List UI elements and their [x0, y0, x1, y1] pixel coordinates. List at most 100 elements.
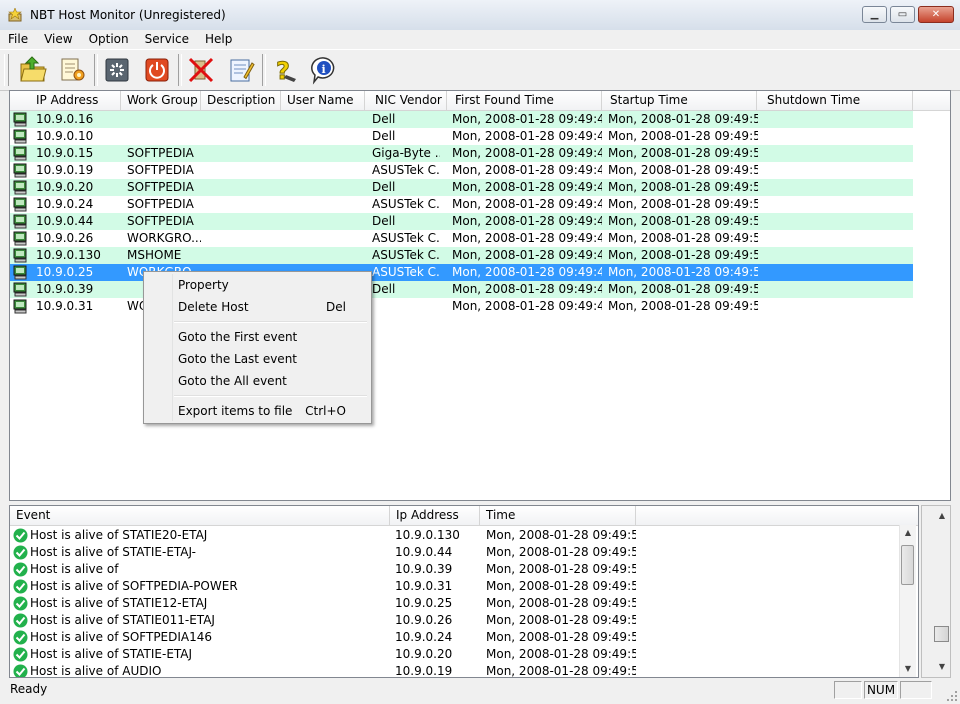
list-item[interactable]: Host is alive of SOFTPEDIA146 10.9.0.24 Mo… — [10, 629, 900, 646]
column-user-name[interactable]: User Name — [281, 91, 365, 110]
edit-properties-button[interactable] — [55, 53, 89, 87]
toolbar: ? i — [0, 49, 960, 91]
column-startup-time[interactable]: Startup Time — [602, 91, 757, 110]
computer-icon — [13, 214, 27, 229]
column-shutdown-time[interactable]: Shutdown Time — [757, 91, 913, 110]
stop-service-button[interactable] — [140, 53, 174, 87]
table-row[interactable]: 10.9.0.44 SOFTPEDIA Dell Mon, 2008-01-28 09… — [10, 213, 913, 230]
menu-option[interactable]: Option — [81, 30, 137, 49]
table-row[interactable]: 10.9.0.19 SOFTPEDIA ASUSTek C... Mon, 2008-… — [10, 162, 913, 179]
cell-ip-address: 10.9.0.25 — [36, 265, 94, 279]
table-row[interactable]: 10.9.0.16 Dell Mon, 2008-01-28 09:49:44 Mon… — [10, 111, 913, 128]
list-item[interactable]: Host is alive of SOFTPEDIA-POWER 10.9.0.3… — [10, 578, 900, 595]
open-folder-button[interactable] — [16, 53, 50, 87]
cell-ip-address: 10.9.0.19 — [395, 664, 453, 678]
list-item[interactable]: Host is alive of STATIE-ETAJ 10.9.0.20 Mon… — [10, 646, 900, 663]
menu-item-goto-all-event[interactable]: Goto the All event — [178, 371, 358, 391]
menu-item-delete-host[interactable]: Delete Host Del — [178, 297, 358, 317]
list-item[interactable]: Host is alive of STATIE011-ETAJ 10.9.0.26… — [10, 612, 900, 629]
delete-host-button[interactable] — [184, 53, 218, 87]
column-first-found-time[interactable]: First Found Time — [447, 91, 602, 110]
close-button[interactable]: ✕ — [918, 6, 954, 23]
cell-time: Mon, 2008-01-28 09:49:53 — [486, 528, 636, 542]
list-item[interactable]: Host is alive of AUDIO 10.9.0.19 Mon, 2008… — [10, 663, 900, 678]
column-nic-vendor[interactable]: NIC Vendor — [365, 91, 447, 110]
about-button[interactable]: i — [307, 53, 341, 87]
cell-startup-time: Mon, 2008-01-28 09:49:53 — [608, 214, 758, 228]
outer-scrollbar[interactable]: ▲ ▼ — [921, 505, 951, 678]
menu-item-label: Property — [178, 278, 229, 292]
menu-item-goto-last-event[interactable]: Goto the Last event — [178, 349, 358, 369]
table-row[interactable]: 10.9.0.15 SOFTPEDIA Giga-Byte ... Mon, 2008… — [10, 145, 913, 162]
cell-first-found-time: Mon, 2008-01-28 09:49:44 — [452, 112, 602, 126]
cell-ip-address: 10.9.0.25 — [395, 596, 453, 610]
cell-ip-address: 10.9.0.31 — [36, 299, 94, 313]
scroll-down-arrow-icon[interactable]: ▼ — [900, 661, 916, 677]
cell-event: Host is alive of STATIE12-ETAJ — [30, 596, 208, 610]
help-button[interactable]: ? — [268, 53, 302, 87]
column-ip-address[interactable]: Ip Address — [390, 506, 480, 525]
scroll-thumb[interactable] — [934, 626, 949, 642]
menu-view[interactable]: View — [36, 30, 80, 49]
table-row[interactable]: 10.9.0.26 WORKGRO... ASUSTek C... Mon, 2008… — [10, 230, 913, 247]
menu-help[interactable]: Help — [197, 30, 240, 49]
table-row[interactable]: 10.9.0.10 Dell Mon, 2008-01-28 09:49:44 Mon… — [10, 128, 913, 145]
column-time[interactable]: Time — [480, 506, 636, 525]
check-ok-icon — [13, 562, 28, 577]
column-event[interactable]: Event — [10, 506, 390, 525]
table-row[interactable]: 10.9.0.130 MSHOME ASUSTek C... Mon, 2008-01… — [10, 247, 913, 264]
maximize-button[interactable]: ▭ — [890, 6, 915, 23]
cell-startup-time: Mon, 2008-01-28 09:49:53 — [608, 299, 758, 313]
menu-item-export-items[interactable]: Export items to file Ctrl+O — [178, 401, 358, 421]
cell-ip-address: 10.9.0.44 — [395, 545, 453, 559]
cell-nic-vendor: Dell — [372, 214, 396, 228]
cell-first-found-time: Mon, 2008-01-28 09:49:44 — [452, 146, 602, 160]
open-folder-icon — [20, 56, 47, 82]
table-row[interactable]: 10.9.0.20 SOFTPEDIA Dell Mon, 2008-01-28 09… — [10, 179, 913, 196]
menu-item-property[interactable]: Property — [178, 275, 358, 295]
computer-icon — [13, 265, 27, 280]
cell-work-group: SOFTPEDIA — [127, 214, 194, 228]
cell-time: Mon, 2008-01-28 09:49:53 — [486, 630, 636, 644]
menu-file[interactable]: File — [0, 30, 36, 49]
cell-startup-time: Mon, 2008-01-28 09:49:53 — [608, 265, 758, 279]
toolbar-separator — [178, 54, 182, 86]
computer-icon — [13, 197, 27, 212]
cell-time: Mon, 2008-01-28 09:49:53 — [486, 579, 636, 593]
cell-event: Host is alive of STATIE-ETAJ- — [30, 545, 196, 559]
computer-icon — [13, 163, 27, 178]
list-item[interactable]: Host is alive of STATIE20-ETAJ 10.9.0.130… — [10, 527, 900, 544]
cell-time: Mon, 2008-01-28 09:49:53 — [486, 545, 636, 559]
table-row[interactable]: 10.9.0.24 SOFTPEDIA ASUSTek C... Mon, 2008-… — [10, 196, 913, 213]
cell-work-group: MSHOME — [127, 248, 182, 262]
scroll-up-arrow-icon[interactable]: ▲ — [900, 525, 916, 541]
column-work-group[interactable]: Work Group — [121, 91, 201, 110]
list-item[interactable]: Host is alive of STATIE-ETAJ- 10.9.0.44 Mo… — [10, 544, 900, 561]
cell-first-found-time: Mon, 2008-01-28 09:49:44 — [452, 231, 602, 245]
scroll-up-arrow-icon[interactable]: ▲ — [934, 508, 950, 524]
title-bar[interactable]: NBT Host Monitor (Unregistered) ▁ ▭ ✕ — [0, 0, 960, 31]
computer-icon — [13, 129, 27, 144]
check-ok-icon — [13, 528, 28, 543]
cell-startup-time: Mon, 2008-01-28 09:49:53 — [608, 248, 758, 262]
status-bar: Ready NUM — [0, 678, 960, 704]
scroll-thumb[interactable] — [901, 545, 914, 585]
column-description[interactable]: Description — [201, 91, 281, 110]
toolbar-grip[interactable] — [4, 54, 9, 86]
column-ip-address[interactable]: IP Address — [10, 91, 121, 110]
notepad-button[interactable] — [224, 53, 258, 87]
resize-grip-icon[interactable] — [946, 690, 958, 702]
cell-ip-address: 10.9.0.44 — [36, 214, 94, 228]
minimize-button[interactable]: ▁ — [862, 6, 887, 23]
cell-work-group: SOFTPEDIA — [127, 146, 194, 160]
cell-startup-time: Mon, 2008-01-28 09:49:53 — [608, 129, 758, 143]
start-service-button[interactable] — [100, 53, 134, 87]
list-item[interactable]: Host is alive of 10.9.0.39 Mon, 2008-01-28… — [10, 561, 900, 578]
menu-item-goto-first-event[interactable]: Goto the First event — [178, 327, 358, 347]
event-list-scrollbar[interactable]: ▲ ▼ — [899, 525, 916, 677]
list-item[interactable]: Host is alive of STATIE12-ETAJ 10.9.0.25 M… — [10, 595, 900, 612]
scroll-down-arrow-icon[interactable]: ▼ — [934, 659, 950, 675]
menu-gutter — [172, 274, 174, 421]
event-list[interactable]: Event Ip Address Time Host is alive of S… — [9, 505, 919, 678]
menu-service[interactable]: Service — [137, 30, 197, 49]
